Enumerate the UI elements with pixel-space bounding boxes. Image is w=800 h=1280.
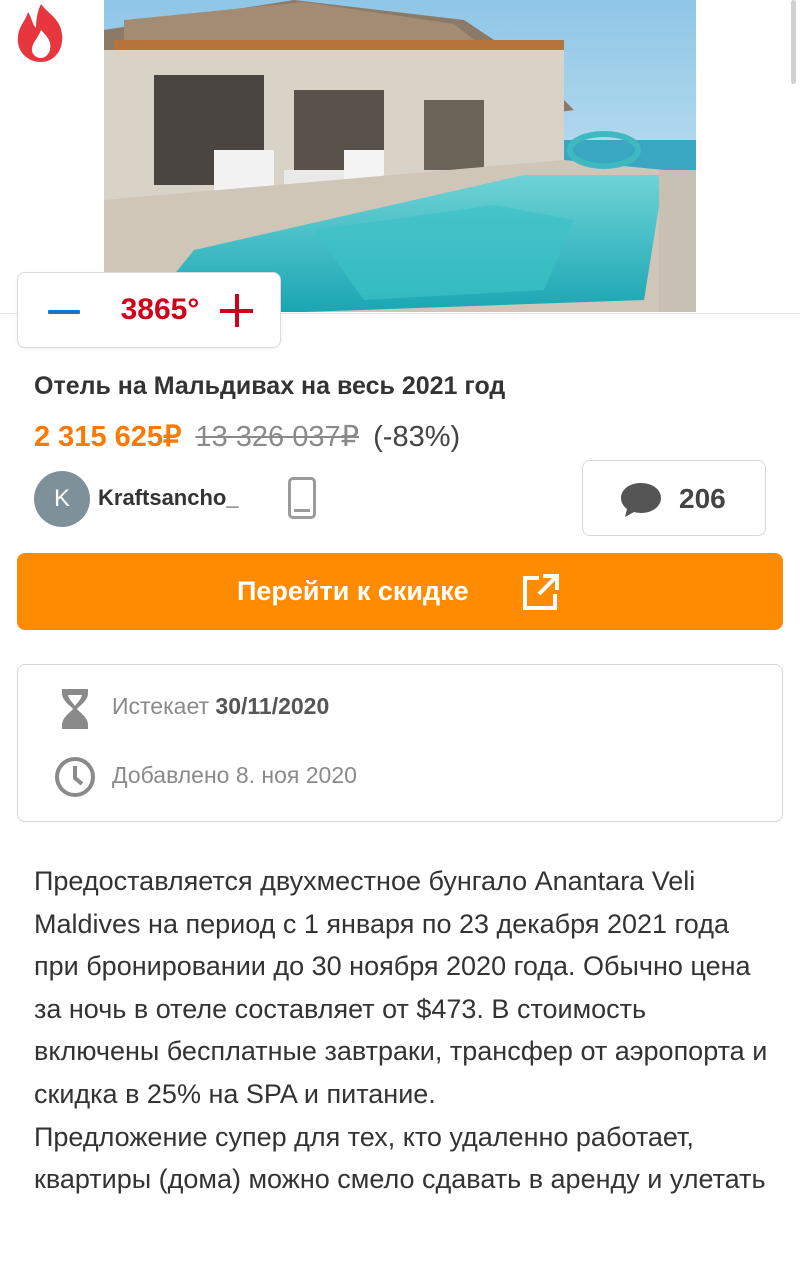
flame-icon[interactable] xyxy=(10,2,72,64)
external-link-icon xyxy=(523,574,559,610)
go-to-deal-label: Перейти к скидке xyxy=(237,576,469,606)
description-paragraph: Предоставляется двухместное бунгало Anan… xyxy=(34,866,768,1109)
avatar[interactable]: K xyxy=(34,471,90,527)
vote-cold-button[interactable] xyxy=(48,293,82,329)
price-row: 2 315 625₽ 13 326 037₽ (-83%) xyxy=(34,419,460,454)
discount-percent: (-83%) xyxy=(373,421,461,453)
username[interactable]: Kraftsancho_ xyxy=(98,485,239,511)
go-to-deal-button[interactable]: Перейти к скидке xyxy=(17,553,783,630)
expires-label: Истекает xyxy=(112,693,210,719)
deal-info-box: Истекает 30/11/2020 Добавлено 8. ноя 202… xyxy=(17,664,783,822)
comment-icon xyxy=(621,483,661,517)
resort-photo xyxy=(104,0,696,312)
added-date: Добавлено 8. ноя 2020 xyxy=(112,762,357,788)
vote-hot-button[interactable] xyxy=(220,293,254,329)
comments-count: 206 xyxy=(679,483,726,514)
deal-title[interactable]: Отель на Мальдивах на весь 2021 год xyxy=(34,372,505,401)
old-price: 13 326 037₽ xyxy=(195,421,360,453)
comments-button[interactable]: 206 xyxy=(582,460,766,536)
scrollbar[interactable] xyxy=(791,0,796,84)
hourglass-icon xyxy=(62,689,88,729)
temperature-value: 3865° xyxy=(120,293,200,326)
clock-icon xyxy=(55,757,95,797)
temperature-voter: 3865° xyxy=(17,272,281,348)
deal-image[interactable] xyxy=(104,0,696,312)
deal-description: Предоставляется двухместное бунгало Anan… xyxy=(34,860,774,1201)
deal-price: 2 315 625₽ xyxy=(34,421,182,453)
expires-date: 30/11/2020 xyxy=(215,693,330,719)
expires-row: Истекает 30/11/2020 xyxy=(112,693,329,720)
description-paragraph: Предложение супер для тех, кто удаленно … xyxy=(34,1121,766,1195)
phone-icon xyxy=(288,477,316,519)
